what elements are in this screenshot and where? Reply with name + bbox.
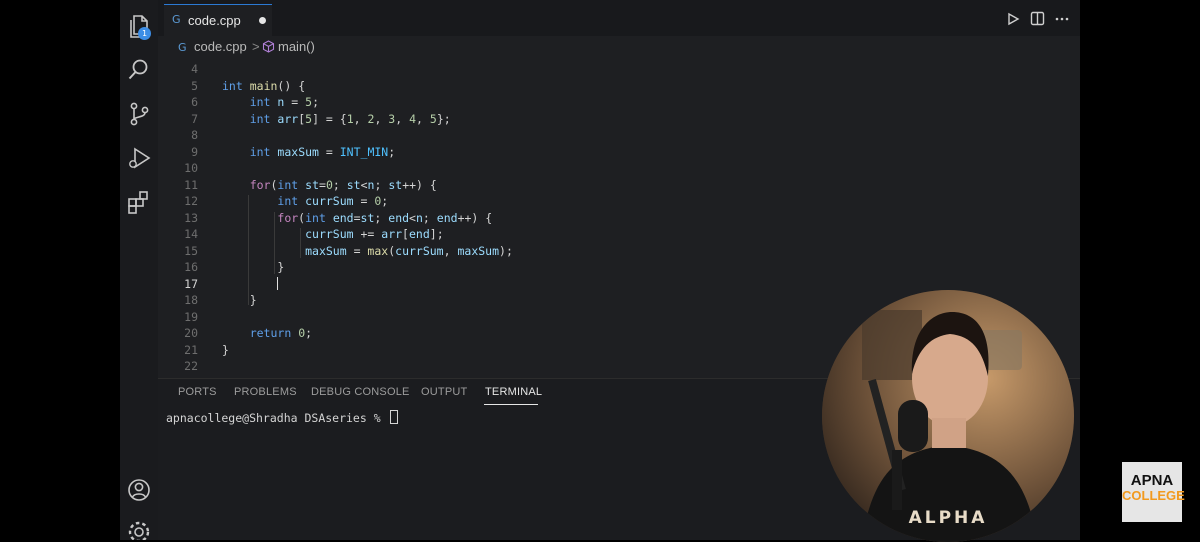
code-text: int arr[5] = {1, 2, 3, 4, 5}; bbox=[249, 111, 451, 126]
code-text: currSum += arr[end]; bbox=[305, 227, 444, 241]
tab-ports[interactable]: PORTS bbox=[178, 386, 217, 398]
line-number: 17 bbox=[184, 276, 198, 291]
line-number: 22 bbox=[184, 359, 198, 373]
line-number: 14 bbox=[184, 227, 198, 241]
line-number: 6 bbox=[191, 95, 198, 109]
terminal-line[interactable]: apnacollege@Shradha DSAseries % bbox=[166, 410, 398, 425]
breadcrumb: G code.cpp > main() bbox=[158, 36, 1080, 58]
more-actions-icon[interactable] bbox=[1054, 12, 1070, 26]
logo-line1: APNA bbox=[1130, 472, 1174, 489]
line-number: 13 bbox=[184, 210, 198, 225]
line-number: 4 bbox=[191, 62, 198, 76]
cpp-file-icon: G bbox=[172, 13, 181, 26]
code-line[interactable]: 16 } bbox=[158, 260, 1058, 277]
code-text: } bbox=[222, 293, 257, 307]
text-cursor bbox=[277, 276, 279, 290]
code-text: for(int st=0; st<n; st++) { bbox=[249, 177, 437, 192]
line-number: 7 bbox=[191, 111, 198, 126]
line-number: 5 bbox=[191, 78, 198, 93]
cpp-file-icon: G bbox=[178, 41, 187, 54]
shirt-text: ALPHA bbox=[908, 508, 988, 528]
tab-bar: G code.cpp bbox=[158, 0, 1080, 36]
activity-bar: 1 bbox=[120, 0, 158, 540]
line-number: 18 bbox=[184, 293, 198, 307]
account-icon[interactable] bbox=[125, 476, 153, 504]
code-line[interactable]: 13 for(int end=st; end<n; end++) { bbox=[158, 211, 1058, 228]
code-text bbox=[222, 276, 279, 291]
line-number: 20 bbox=[184, 326, 198, 340]
code-line[interactable]: 9 int maxSum = INT_MIN; bbox=[158, 145, 1058, 162]
settings-gear-icon[interactable] bbox=[125, 518, 153, 540]
code-text: int main() { bbox=[222, 78, 306, 93]
code-text: return 0; bbox=[249, 326, 313, 340]
active-tab-indicator bbox=[484, 404, 538, 405]
run-debug-icon[interactable] bbox=[125, 144, 153, 172]
tab-label: code.cpp bbox=[188, 13, 241, 28]
split-editor-icon[interactable] bbox=[1030, 11, 1045, 26]
terminal-prompt: apnacollege@Shradha DSAseries % bbox=[166, 411, 388, 425]
line-number: 15 bbox=[184, 243, 198, 258]
apna-college-logo: APNA COLLEGE bbox=[1122, 462, 1185, 522]
line-number: 10 bbox=[184, 161, 198, 175]
extensions-icon[interactable] bbox=[125, 188, 153, 216]
line-number: 16 bbox=[184, 260, 198, 274]
code-text: } bbox=[222, 342, 229, 357]
terminal-cursor bbox=[389, 410, 398, 424]
logo-line2: COLLEGE bbox=[1122, 488, 1185, 503]
line-number: 9 bbox=[191, 144, 198, 159]
breadcrumb-symbol[interactable]: main() bbox=[278, 39, 315, 54]
explorer-badge: 1 bbox=[138, 27, 151, 40]
code-text: int maxSum = INT_MIN; bbox=[249, 144, 396, 159]
symbol-method-icon bbox=[262, 40, 275, 53]
search-icon[interactable] bbox=[125, 56, 153, 84]
code-line[interactable]: 15 maxSum = max(currSum, maxSum); bbox=[158, 244, 1058, 261]
code-text: int n = 5; bbox=[249, 95, 320, 109]
tab-debug-console[interactable]: DEBUG CONSOLE bbox=[311, 386, 410, 398]
tab-terminal[interactable]: TERMINAL bbox=[485, 386, 542, 398]
code-line[interactable]: 5 int main() { bbox=[158, 79, 1058, 96]
code-text: maxSum = max(currSum, maxSum); bbox=[305, 243, 513, 258]
code-text: for(int end=st; end<n; end++) { bbox=[277, 210, 493, 225]
line-number: 12 bbox=[184, 194, 198, 208]
code-line[interactable]: 11 for(int st=0; st<n; st++) { bbox=[158, 178, 1058, 195]
code-line[interactable]: 6 int n = 5; bbox=[158, 95, 1058, 112]
breadcrumb-file[interactable]: code.cpp bbox=[194, 39, 247, 54]
code-line[interactable]: 10 bbox=[158, 161, 1058, 178]
code-line[interactable]: 4 bbox=[158, 62, 1058, 79]
run-icon[interactable] bbox=[1006, 12, 1020, 26]
code-text: } bbox=[222, 260, 285, 274]
tab-output[interactable]: OUTPUT bbox=[421, 386, 467, 398]
line-number: 19 bbox=[184, 309, 198, 324]
code-line[interactable]: 8 bbox=[158, 128, 1058, 145]
presenter-video-frame bbox=[822, 290, 1074, 542]
source-control-icon[interactable] bbox=[125, 100, 153, 128]
tab-code-cpp[interactable]: G code.cpp bbox=[164, 4, 272, 36]
code-line[interactable]: 14 currSum += arr[end]; bbox=[158, 227, 1058, 244]
line-number: 21 bbox=[184, 342, 198, 357]
code-line[interactable]: 12 int currSum = 0; bbox=[158, 194, 1058, 211]
webcam-overlay: ALPHA bbox=[822, 290, 1074, 542]
code-line[interactable]: 7 int arr[5] = {1, 2, 3, 4, 5}; bbox=[158, 112, 1058, 129]
tab-problems[interactable]: PROBLEMS bbox=[234, 386, 297, 398]
unsaved-dot-icon[interactable] bbox=[259, 17, 266, 24]
line-number: 8 bbox=[191, 128, 198, 142]
line-number: 11 bbox=[184, 177, 198, 192]
code-text: int currSum = 0; bbox=[277, 194, 389, 208]
breadcrumb-separator: > bbox=[252, 39, 260, 54]
code-line[interactable]: 17 bbox=[158, 276, 1058, 294]
